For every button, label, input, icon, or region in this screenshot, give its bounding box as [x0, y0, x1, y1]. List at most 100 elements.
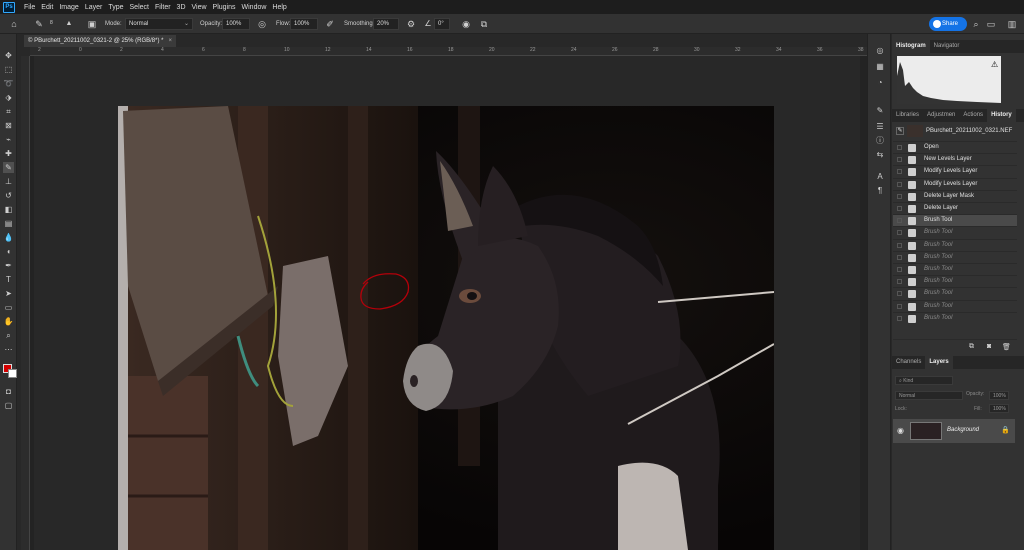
crop-tool-icon[interactable]: ⌗	[3, 106, 14, 117]
move-tool-icon[interactable]: ✥	[3, 50, 14, 61]
path-select-tool-icon[interactable]: ➤	[3, 288, 14, 299]
tab-actions[interactable]: Actions	[959, 109, 987, 122]
history-checkbox[interactable]	[897, 218, 902, 224]
menu-item-view[interactable]: View	[192, 4, 207, 11]
history-item[interactable]: Brush Tool	[893, 250, 1017, 263]
history-checkbox[interactable]	[897, 157, 902, 163]
new-document-from-state-icon[interactable]: ⧉	[969, 343, 974, 351]
brush-settings-icon[interactable]: ▲	[64, 18, 74, 30]
history-item[interactable]: Open	[893, 141, 1017, 153]
history-checkbox[interactable]	[897, 145, 902, 150]
history-item[interactable]: New Levels Layer	[893, 153, 1017, 165]
angle-field[interactable]: 0°	[434, 18, 450, 30]
trash-icon[interactable]: 🗑	[1002, 343, 1011, 351]
character-icon[interactable]: A	[874, 171, 886, 183]
history-item[interactable]: Brush Tool	[893, 275, 1017, 287]
history-item[interactable]: Modify Levels Layer	[893, 165, 1017, 177]
symmetry-icon[interactable]: ⧉	[478, 18, 490, 30]
brush-tool-icon[interactable]: ✎	[3, 162, 14, 173]
zoom-tool-icon[interactable]: ⌕	[3, 330, 14, 341]
menu-item-help[interactable]: Help	[272, 4, 286, 11]
brushes-icon[interactable]: ✎	[874, 105, 886, 117]
history-checkbox[interactable]	[897, 230, 902, 236]
history-checkbox[interactable]	[897, 242, 902, 248]
menu-item-filter[interactable]: Filter	[155, 4, 171, 11]
airbrush-icon[interactable]: ✐	[324, 18, 336, 30]
eyedropper-tool-icon[interactable]: ⌁	[3, 134, 14, 145]
flow-field[interactable]: 100%	[290, 18, 318, 30]
brush-size-value[interactable]: 8	[50, 17, 53, 29]
search-icon[interactable]: ⌕	[971, 18, 981, 30]
layer-filter-select[interactable]: ⌕ Kind	[895, 376, 953, 385]
menu-item-file[interactable]: File	[24, 4, 35, 11]
history-item[interactable]: Brush Tool	[893, 287, 1017, 299]
history-item[interactable]: Brush Tool	[893, 214, 1017, 227]
screen-mode-icon[interactable]: ▢	[3, 400, 14, 411]
tab-channels[interactable]: Channels	[892, 356, 925, 369]
color-icon[interactable]: ◔	[874, 77, 886, 89]
share-button[interactable]: Share	[929, 17, 967, 31]
paragraph-icon[interactable]: ¶	[874, 185, 886, 197]
more-tools-icon[interactable]: ⋯	[3, 344, 14, 355]
history-checkbox[interactable]	[897, 193, 902, 199]
layer-row-background[interactable]: ◉ Background 🔒	[893, 419, 1015, 443]
tab-history[interactable]: History	[987, 109, 1016, 122]
pressure-opacity-icon[interactable]: ◎	[256, 18, 268, 30]
history-brush-tool-icon[interactable]: ↺	[3, 190, 14, 201]
history-item[interactable]: Delete Layer Mask	[893, 189, 1017, 202]
rectangle-tool-icon[interactable]: ▭	[3, 302, 14, 313]
marquee-tool-icon[interactable]: ⬚	[3, 64, 14, 75]
home-icon[interactable]: ⌂	[8, 18, 20, 30]
type-tool-icon[interactable]: T	[3, 274, 14, 285]
history-checkbox[interactable]	[897, 267, 902, 272]
eraser-tool-icon[interactable]: ◧	[3, 204, 14, 215]
lasso-tool-icon[interactable]: ➰	[3, 78, 14, 89]
history-item[interactable]: Brush Tool	[893, 263, 1017, 275]
history-item[interactable]: Delete Layer	[893, 202, 1017, 214]
history-checkbox[interactable]	[897, 169, 902, 175]
transfer-icon[interactable]: ⇆	[874, 149, 886, 161]
visibility-eye-icon[interactable]: ◉	[897, 426, 904, 435]
learn-icon[interactable]: ◎	[874, 45, 886, 57]
tab-layers[interactable]: Layers	[925, 356, 953, 369]
history-item[interactable]: Brush Tool	[893, 299, 1017, 312]
history-checkbox[interactable]	[897, 279, 902, 285]
mode-select[interactable]: Normal ⌄	[125, 18, 193, 30]
warning-icon[interactable]: ⚠	[991, 60, 998, 69]
opacity-field[interactable]: 100%	[222, 18, 250, 30]
properties-icon[interactable]: ▦	[874, 61, 886, 73]
history-item[interactable]: Brush Tool	[893, 238, 1017, 251]
hand-tool-icon[interactable]: ✋	[3, 316, 14, 327]
history-checkbox[interactable]	[897, 181, 902, 187]
menu-item-window[interactable]: Window	[242, 4, 267, 11]
history-checkbox[interactable]	[897, 315, 902, 321]
fill-field[interactable]: 100%	[989, 404, 1009, 413]
history-item[interactable]: Brush Tool	[893, 311, 1017, 324]
menu-item-edit[interactable]: Edit	[41, 4, 53, 11]
gradient-tool-icon[interactable]: ▤	[3, 218, 14, 229]
pen-tool-icon[interactable]: ✒	[3, 260, 14, 271]
brush-preset-icon[interactable]: ✎	[33, 18, 45, 30]
history-checkbox[interactable]	[897, 206, 902, 211]
tab-histogram[interactable]: Histogram	[892, 40, 930, 53]
history-item[interactable]: Brush Tool	[893, 226, 1017, 238]
workspace-icon[interactable]: ▭	[986, 18, 996, 30]
blend-mode-select[interactable]: Normal	[895, 391, 963, 400]
blur-tool-icon[interactable]: 💧	[3, 232, 14, 243]
history-checkbox[interactable]	[897, 291, 902, 297]
object-select-tool-icon[interactable]: ⬗	[3, 92, 14, 103]
tab-libraries[interactable]: Libraries	[892, 109, 923, 122]
menu-item-select[interactable]: Select	[130, 4, 149, 11]
pressure-size-icon[interactable]: ◉	[460, 18, 472, 30]
tab-adjustments[interactable]: Adjustmen	[923, 109, 959, 122]
brush-panel-icon[interactable]: ▣	[86, 18, 98, 30]
panel-arrange-icon[interactable]: ▥	[1006, 18, 1018, 30]
info-icon[interactable]: ⓘ	[874, 135, 886, 147]
tab-navigator[interactable]: Navigator	[930, 40, 964, 53]
menu-item-image[interactable]: Image	[59, 4, 78, 11]
menu-item-layer[interactable]: Layer	[85, 4, 103, 11]
history-checkbox[interactable]	[897, 254, 902, 260]
history-item[interactable]: Modify Levels Layer	[893, 177, 1017, 190]
background-color-swatch[interactable]	[8, 369, 17, 378]
menu-item-3d[interactable]: 3D	[177, 4, 186, 11]
